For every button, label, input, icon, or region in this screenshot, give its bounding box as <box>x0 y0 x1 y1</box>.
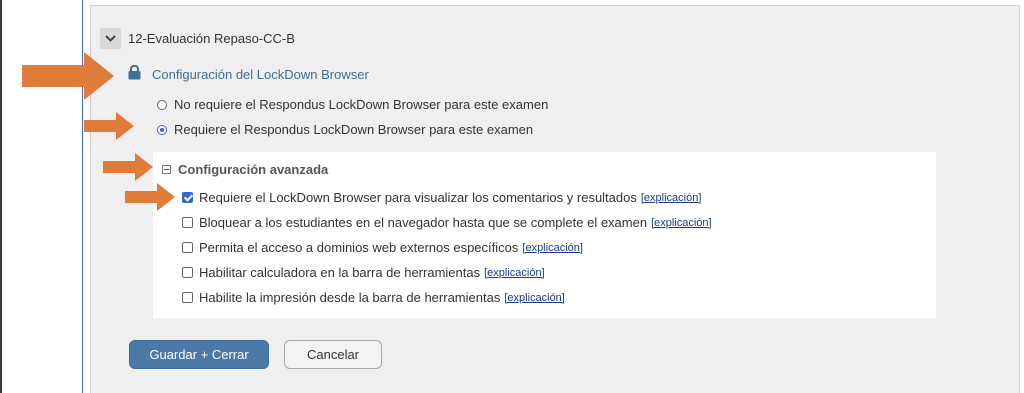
explanation-link[interactable]: [explicación] <box>484 267 545 279</box>
checkbox[interactable] <box>182 267 193 278</box>
explanation-link[interactable]: [explicación] <box>522 242 583 254</box>
option-external-domains[interactable]: Permita el acceso a dominios web externo… <box>182 240 583 255</box>
minus-square-icon[interactable] <box>162 165 171 174</box>
option-label: Requiere el LockDown Browser para visual… <box>199 190 637 205</box>
advanced-settings-header: Configuración avanzada <box>178 162 329 177</box>
radio-button[interactable] <box>157 99 167 110</box>
chevron-down-icon <box>105 35 116 42</box>
option-printing[interactable]: Habilite la impresión desde la barra de … <box>182 290 565 305</box>
advanced-settings-toggle[interactable]: Configuración avanzada <box>162 162 328 177</box>
checkbox[interactable] <box>182 242 193 253</box>
option-feedback-results[interactable]: Requiere el LockDown Browser para visual… <box>182 190 701 205</box>
option-label: Habilitar calculadora en la barra de her… <box>199 265 481 280</box>
collapse-button[interactable] <box>100 28 121 49</box>
save-close-button[interactable]: Guardar + Cerrar <box>129 340 269 369</box>
annotation-arrow-icon <box>125 183 175 211</box>
left-border <box>0 0 2 393</box>
explanation-link[interactable]: [explicación] <box>651 217 712 229</box>
lockdown-settings-link[interactable]: Configuración del LockDown Browser <box>152 67 369 82</box>
annotation-arrow-icon <box>103 153 153 181</box>
option-label: Permita el acceso a dominios web externo… <box>199 240 519 255</box>
explanation-link[interactable]: [explicación] <box>641 192 702 204</box>
option-calculator[interactable]: Habilitar calculadora en la barra de her… <box>182 265 545 280</box>
radio-button-selected[interactable] <box>157 124 167 135</box>
radio-not-required[interactable]: No requiere el Respondus LockDown Browse… <box>157 97 548 112</box>
radio-label: Requiere el Respondus LockDown Browser p… <box>174 122 534 137</box>
explanation-link[interactable]: [explicación] <box>504 292 565 304</box>
checkbox-checked[interactable] <box>182 192 193 203</box>
option-label: Bloquear a los estudiantes en el navegad… <box>199 215 648 230</box>
radio-label: No requiere el Respondus LockDown Browse… <box>174 97 549 112</box>
annotation-arrow-icon <box>84 112 134 140</box>
lock-icon <box>128 65 141 80</box>
radio-required[interactable]: Requiere el Respondus LockDown Browser p… <box>157 122 533 137</box>
annotation-arrow-icon <box>22 52 114 100</box>
checkbox[interactable] <box>182 217 193 228</box>
option-label: Habilite la impresión desde la barra de … <box>199 290 501 305</box>
exam-title: 12-Evaluación Repaso-CC-B <box>128 31 295 46</box>
checkbox[interactable] <box>182 292 193 303</box>
cancel-button[interactable]: Cancelar <box>284 340 382 369</box>
option-lock-students[interactable]: Bloquear a los estudiantes en el navegad… <box>182 215 712 230</box>
